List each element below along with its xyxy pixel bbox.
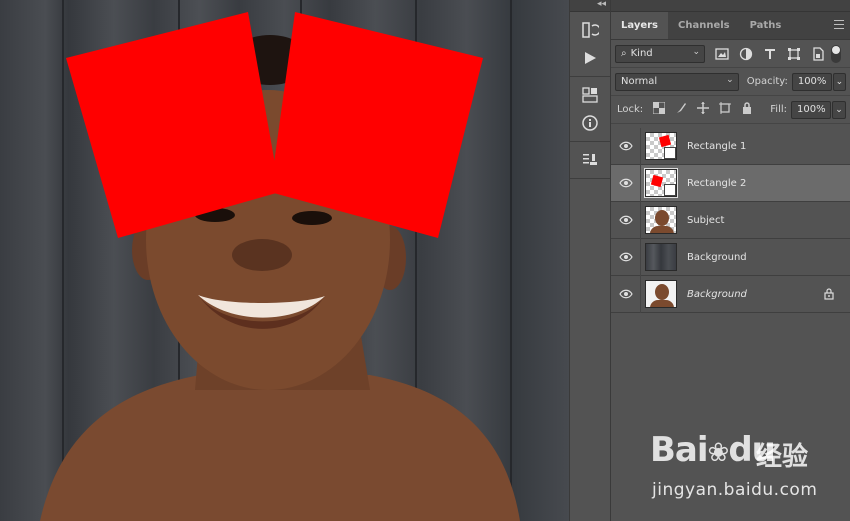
subject-thumb-body [650, 226, 674, 233]
blend-mode-value: Normal [621, 76, 658, 87]
panel-header-bar [611, 0, 850, 12]
strip-group-clone [570, 142, 610, 179]
fill-dropdown[interactable]: ⌄ [832, 100, 846, 119]
fill-input[interactable]: 100% [791, 100, 831, 119]
panel-icon-strip: ◂◂ [569, 0, 611, 521]
visibility-toggle[interactable] [611, 201, 641, 239]
lock-position-icon[interactable] [697, 102, 710, 117]
visibility-toggle[interactable] [611, 164, 641, 202]
history-button[interactable] [570, 16, 610, 44]
adjustment-filter-icon[interactable] [739, 47, 753, 61]
eye-icon [618, 178, 633, 188]
filter-kind-value: Kind [630, 48, 653, 59]
tab-layers[interactable]: Layers [611, 12, 668, 39]
layer-thumbnail [644, 168, 678, 198]
info-icon [582, 115, 598, 131]
blend-mode-select[interactable]: Normal ⌄ [615, 72, 739, 91]
photo-thumb-body [650, 300, 674, 307]
cube-grid-icon [582, 87, 598, 103]
clone-stamp-icon [583, 154, 597, 165]
chevron-down-icon: ⌄ [726, 74, 734, 85]
layer-name: Rectangle 2 [687, 177, 747, 189]
layer-thumbnail [645, 132, 677, 160]
chevron-down-icon: ⌄ [835, 104, 843, 115]
vector-shape-icon [664, 147, 676, 159]
layer-row[interactable]: Subject [611, 201, 850, 239]
tab-channels[interactable]: Channels [668, 12, 740, 39]
photo-thumb-head [655, 284, 669, 300]
chevron-down-icon: ⌄ [835, 76, 844, 87]
collapse-icon[interactable]: ◂◂ [597, 0, 606, 9]
fill-label: Fill: [770, 104, 787, 115]
strip-group-properties [570, 77, 610, 142]
smart-object-filter-icon[interactable] [811, 46, 825, 61]
history-icon [582, 22, 599, 38]
lock-icon[interactable] [824, 288, 834, 303]
watermark-chinese: 经验 [756, 442, 809, 472]
shape-filter-icon[interactable] [787, 47, 801, 61]
layer-name: Subject [687, 214, 725, 226]
document-canvas[interactable] [0, 0, 569, 521]
play-icon [585, 52, 596, 64]
watermark: Bai❀du 经验 jingyan.baidu.com [648, 430, 848, 510]
3d-button[interactable] [570, 81, 610, 109]
lock-transparent-icon[interactable] [652, 101, 666, 117]
opacity-label: Opacity: [746, 76, 788, 87]
subject-shoulders [40, 375, 520, 521]
layers-list: Rectangle 1 Rectangle 2 Subject Backgrou… [611, 127, 850, 313]
rect-thumb-shape [658, 134, 672, 148]
subject-eye-right [292, 211, 332, 225]
lock-artboard-icon[interactable] [719, 102, 732, 117]
strip-header: ◂◂ [570, 0, 610, 12]
opacity-dropdown[interactable]: ⌄ [832, 72, 846, 91]
layer-thumbnail [645, 243, 677, 271]
rect-thumb-shape [650, 174, 664, 188]
layer-name: Background [687, 288, 747, 300]
opacity-input[interactable]: 100% [791, 72, 832, 91]
paw-icon: ❀ [707, 438, 730, 468]
pixel-filter-icon[interactable] [715, 47, 729, 61]
lock-row: Lock: Fill: 100% ⌄ [611, 96, 850, 124]
visibility-toggle[interactable] [611, 127, 641, 165]
strip-group-history [570, 12, 610, 77]
canvas-artwork [40, 12, 520, 521]
watermark-url: jingyan.baidu.com [652, 480, 818, 500]
clone-source-button[interactable] [570, 146, 610, 174]
panel-menu-icon[interactable] [834, 20, 844, 32]
layer-name: Rectangle 1 [687, 140, 747, 152]
layer-row[interactable]: Background [611, 275, 850, 313]
opacity-value: 100% [797, 76, 827, 87]
search-icon: ⌕ [621, 48, 627, 59]
layer-name: Background [687, 251, 747, 263]
layer-thumbnail [645, 206, 677, 234]
filter-row: ⌕ Kind ⌄ [611, 40, 850, 68]
layer-row[interactable]: Background [611, 238, 850, 276]
lock-label: Lock: [617, 104, 644, 115]
type-filter-icon[interactable] [763, 47, 777, 61]
subject-thumb-head [655, 210, 669, 226]
actions-button[interactable] [570, 44, 610, 72]
layer-thumbnail [645, 280, 677, 308]
info-button[interactable] [570, 109, 610, 137]
filter-toggle[interactable] [831, 44, 841, 63]
subject-nose [232, 239, 292, 271]
visibility-toggle[interactable] [611, 238, 641, 276]
eye-icon [618, 215, 633, 225]
filter-kind-select[interactable]: ⌕ Kind ⌄ [615, 44, 705, 63]
lock-all-icon[interactable] [741, 102, 753, 117]
fill-value: 100% [797, 104, 826, 115]
chevron-down-icon: ⌄ [692, 46, 700, 57]
eye-icon [618, 289, 633, 299]
lock-paint-icon[interactable] [675, 102, 687, 117]
blend-row: Normal ⌄ Opacity: 100% ⌄ [611, 68, 850, 96]
filter-icons [715, 46, 825, 61]
panel-tabs: Layers Channels Paths [611, 12, 850, 40]
eye-icon [618, 252, 633, 262]
visibility-toggle[interactable] [611, 275, 641, 313]
vector-shape-icon [664, 184, 676, 196]
eye-icon [618, 141, 633, 151]
tab-paths[interactable]: Paths [740, 12, 792, 39]
layer-row[interactable]: Rectangle 1 [611, 127, 850, 165]
layer-row[interactable]: Rectangle 2 [611, 164, 850, 202]
